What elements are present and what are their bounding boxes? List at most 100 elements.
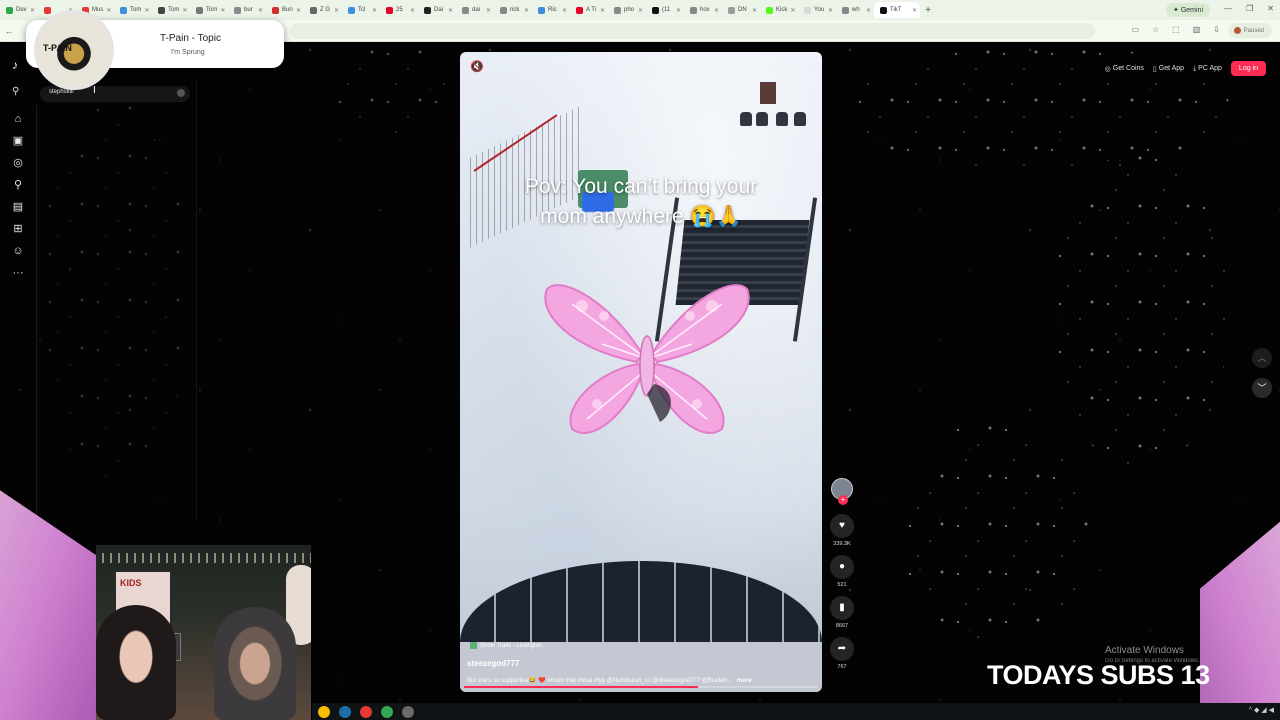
browser-tab[interactable]: TikT ✕ <box>874 2 920 18</box>
browser-tab[interactable]: dai ✕ <box>456 2 494 18</box>
browser-tab[interactable]: (11 ✕ <box>646 2 684 18</box>
tab-close-icon[interactable]: ✕ <box>30 7 35 14</box>
video-author[interactable]: steezegod777 <box>467 659 519 668</box>
video-player[interactable]: Pov: You can’t bring your mom anywhere 😭… <box>460 52 822 692</box>
now-playing-popup[interactable]: T-PAIN T-Pain - Topic I'm Sprung <box>26 10 284 90</box>
save-button[interactable]: ▮ <box>830 596 854 620</box>
minimize-button[interactable]: — <box>1224 4 1232 13</box>
mute-icon[interactable]: 🔇 <box>470 60 484 73</box>
extensions-icon[interactable]: ⬚ <box>1172 25 1180 34</box>
browser-tab[interactable]: hov ✕ <box>684 2 722 18</box>
author-avatar[interactable]: + <box>831 478 853 505</box>
home-icon[interactable]: ⌂ <box>15 108 22 130</box>
browser-tab[interactable]: Tom ✕ <box>152 2 190 18</box>
browser-tab[interactable]: Dai ✕ <box>418 2 456 18</box>
explore-icon[interactable]: ◎ <box>13 152 23 174</box>
comment-button[interactable]: ● <box>830 555 854 579</box>
previous-video-button[interactable]: ︿ <box>1252 348 1272 368</box>
downloads-icon[interactable]: ⇩ <box>1213 25 1220 34</box>
sidepanel-icon[interactable]: ▥ <box>1193 25 1201 34</box>
tab-close-icon[interactable]: ✕ <box>220 7 225 14</box>
tab-close-icon[interactable]: ✕ <box>486 7 491 14</box>
window-controls: — ❐ ✕ <box>1224 4 1274 13</box>
tab-close-icon[interactable]: ✕ <box>752 7 757 14</box>
tab-close-icon[interactable]: ✕ <box>144 7 149 14</box>
login-button[interactable]: Log in <box>1230 61 1266 76</box>
tab-close-icon[interactable]: ✕ <box>334 7 339 14</box>
browser-tab[interactable]: Tom ✕ <box>190 2 228 18</box>
tiktok-logo-icon[interactable]: ♪ <box>12 58 18 72</box>
omnibox[interactable] <box>290 23 1095 39</box>
back-button[interactable]: ← <box>0 26 18 36</box>
browser-tab[interactable]: You ✕ <box>798 2 836 18</box>
browser-tab[interactable]: A Ti ✕ <box>570 2 608 18</box>
tab-close-icon[interactable]: ✕ <box>448 7 453 14</box>
profile-paused-chip[interactable]: Paused <box>1227 23 1272 38</box>
sparkle-cluster-left <box>40 100 190 480</box>
browser-tab[interactable]: Tom ✕ <box>114 2 152 18</box>
follow-plus-icon[interactable]: + <box>838 495 848 505</box>
following-icon[interactable]: ⚲ <box>14 174 22 196</box>
sparkle-cluster-right-low <box>900 420 1090 640</box>
tab-close-icon[interactable]: ✕ <box>790 7 795 14</box>
browser-tab[interactable]: Bun ✕ <box>266 2 304 18</box>
browser-tab[interactable]: bur ✕ <box>228 2 266 18</box>
chrome-icon[interactable] <box>318 705 330 718</box>
browser-tab[interactable]: DN ✕ <box>722 2 760 18</box>
more-link[interactable]: more <box>737 678 752 684</box>
upload-icon[interactable]: ⊞ <box>13 218 22 240</box>
profile-icon[interactable]: ☺ <box>12 240 23 262</box>
tab-close-icon[interactable]: ✕ <box>410 7 415 14</box>
steam-icon[interactable] <box>339 705 351 718</box>
next-video-button[interactable]: ﹀ <box>1252 378 1272 398</box>
tab-close-icon[interactable]: ✕ <box>676 7 681 14</box>
video-progress-bar[interactable] <box>464 686 818 688</box>
tab-close-icon[interactable]: ✕ <box>912 7 917 14</box>
circle-app-icon[interactable] <box>402 705 414 718</box>
bookmark-star-icon[interactable]: ☆ <box>1152 25 1159 34</box>
like-button[interactable]: ♥ <box>830 514 854 538</box>
get-app-button[interactable]: ▯ Get App <box>1153 65 1184 73</box>
chrome-alt-icon[interactable] <box>381 705 393 718</box>
browser-tab[interactable]: Ric ✕ <box>532 2 570 18</box>
browser-tab[interactable]: Dev ✕ <box>0 2 38 18</box>
browser-tab[interactable]: pho ✕ <box>608 2 646 18</box>
more-icon[interactable]: ··· <box>13 262 24 284</box>
live-icon[interactable]: ▤ <box>13 196 23 218</box>
tab-close-icon[interactable]: ✕ <box>828 7 833 14</box>
search-icon[interactable]: ⚲ <box>12 86 19 97</box>
tab-close-icon[interactable]: ✕ <box>600 7 605 14</box>
cast-icon[interactable]: ▭ <box>1131 25 1139 34</box>
tab-close-icon[interactable]: ✕ <box>296 7 301 14</box>
maximize-button[interactable]: ❐ <box>1246 4 1253 13</box>
tab-close-icon[interactable]: ✕ <box>524 7 529 14</box>
new-tab-button[interactable]: + <box>920 5 936 16</box>
system-tray[interactable]: ^ ◆ ◢ ◀ <box>1249 706 1274 714</box>
tab-close-icon[interactable]: ✕ <box>866 7 871 14</box>
tab-close-icon[interactable]: ✕ <box>258 7 263 14</box>
gemini-button[interactable]: ✦ Gemini <box>1166 3 1210 17</box>
description-text: But she's so supportive😂 ❤️ #mom #ski #v… <box>467 678 733 684</box>
recorder-icon[interactable] <box>360 705 372 718</box>
tab-close-icon[interactable]: ✕ <box>182 7 187 14</box>
video-progress-fill <box>464 686 698 688</box>
tab-close-icon[interactable]: ✕ <box>106 7 111 14</box>
tab-close-icon[interactable]: ✕ <box>372 7 377 14</box>
get-coins-button[interactable]: ◎ Get Coins <box>1105 65 1144 73</box>
browser-tab[interactable]: Kick ✕ <box>760 2 798 18</box>
location-tag[interactable]: Snow Trails - Lexington <box>470 642 542 649</box>
clear-search-icon[interactable] <box>177 89 185 97</box>
share-button[interactable]: ➦ <box>830 637 854 661</box>
browser-tab[interactable]: wh ✕ <box>836 2 874 18</box>
browser-tab[interactable]: 25 ✕ <box>380 2 418 18</box>
browser-tab[interactable]: Z G ✕ <box>304 2 342 18</box>
tab-close-icon[interactable]: ✕ <box>638 7 643 14</box>
shop-icon[interactable]: ▣ <box>13 130 23 152</box>
pc-app-button[interactable]: ⤓ PC App <box>1193 65 1222 73</box>
browser-tab[interactable]: Tcl ✕ <box>342 2 380 18</box>
browser-tab[interactable]: rick ✕ <box>494 2 532 18</box>
tab-favicon-icon <box>880 6 887 14</box>
close-window-button[interactable]: ✕ <box>1267 4 1274 13</box>
tab-close-icon[interactable]: ✕ <box>714 7 719 14</box>
tab-close-icon[interactable]: ✕ <box>562 7 567 14</box>
